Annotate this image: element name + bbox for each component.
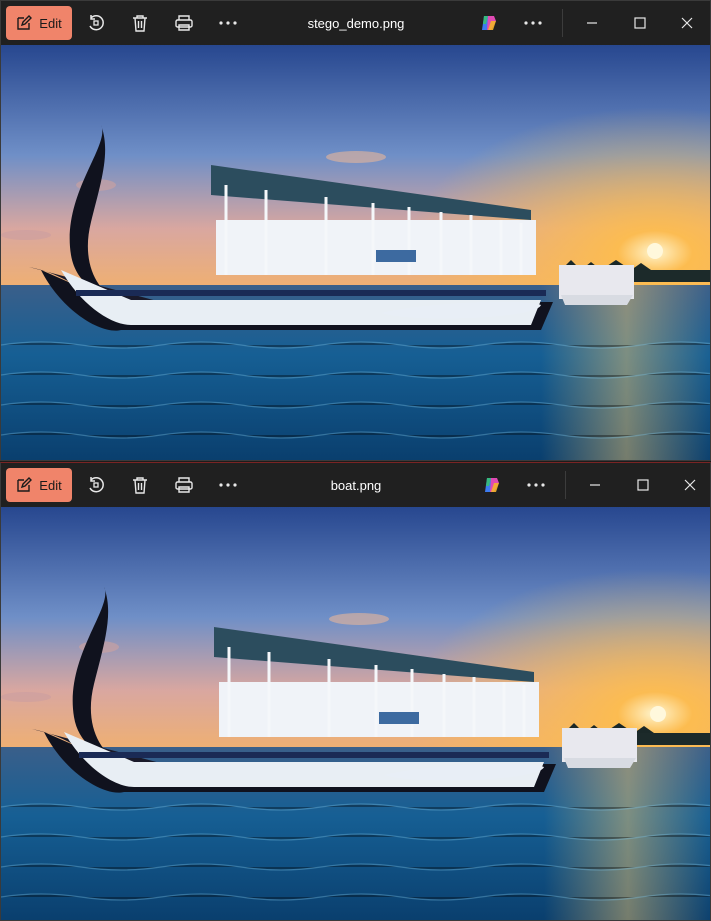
minimize-button[interactable] xyxy=(578,9,606,37)
print-button[interactable] xyxy=(170,9,198,37)
edit-button[interactable]: Edit xyxy=(6,468,72,502)
rotate-icon xyxy=(87,14,105,32)
print-icon xyxy=(175,477,193,493)
minimize-button[interactable] xyxy=(581,471,609,499)
edit-label: Edit xyxy=(39,15,62,31)
close-button[interactable] xyxy=(673,9,701,37)
copilot-button[interactable] xyxy=(475,9,503,37)
maximize-icon xyxy=(634,17,646,29)
edit-icon xyxy=(16,15,33,31)
close-icon xyxy=(684,479,696,491)
maximize-button[interactable] xyxy=(629,471,657,499)
photos-window-boat: Edit boat.png xyxy=(0,462,711,921)
close-icon xyxy=(681,17,693,29)
more-icon xyxy=(524,21,542,25)
minimize-icon xyxy=(586,17,598,29)
trash-icon xyxy=(132,14,148,32)
window-title: stego_demo.png xyxy=(307,15,405,31)
rotate-button[interactable] xyxy=(82,9,110,37)
title-bar: Edit stego_demo.png xyxy=(1,1,710,45)
window-title: boat.png xyxy=(330,477,382,493)
image-viewer[interactable] xyxy=(1,507,710,920)
print-icon xyxy=(175,15,193,31)
edit-button[interactable]: Edit xyxy=(6,6,72,40)
trash-icon xyxy=(132,476,148,494)
toolbar-divider xyxy=(562,9,563,37)
maximize-icon xyxy=(637,479,649,491)
close-button[interactable] xyxy=(676,471,704,499)
delete-button[interactable] xyxy=(126,471,154,499)
copilot-button[interactable] xyxy=(478,471,506,499)
more-options-button-2[interactable] xyxy=(519,9,547,37)
photos-window-stego: Edit stego_demo.png xyxy=(0,0,711,461)
edit-label: Edit xyxy=(39,477,62,493)
image-viewer[interactable] xyxy=(1,45,710,460)
more-icon xyxy=(527,483,545,487)
title-bar: Edit boat.png xyxy=(1,463,710,507)
maximize-button[interactable] xyxy=(626,9,654,37)
boat-photo xyxy=(1,45,710,460)
more-options-button-2[interactable] xyxy=(522,471,550,499)
print-button[interactable] xyxy=(170,471,198,499)
copilot-icon xyxy=(483,476,501,494)
edit-icon xyxy=(16,477,33,493)
rotate-icon xyxy=(87,476,105,494)
boat-photo xyxy=(1,507,710,920)
delete-button[interactable] xyxy=(126,9,154,37)
copilot-icon xyxy=(480,14,498,32)
toolbar-divider xyxy=(565,471,566,499)
rotate-button[interactable] xyxy=(82,471,110,499)
minimize-icon xyxy=(589,479,601,491)
